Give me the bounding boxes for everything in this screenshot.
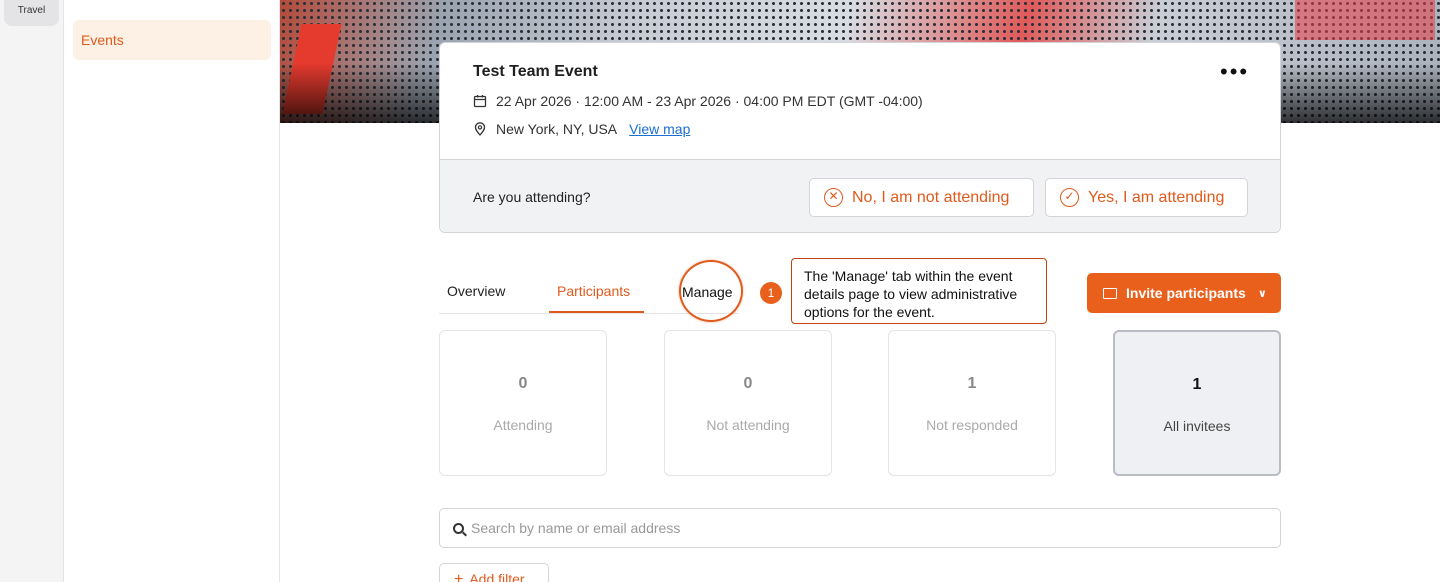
stat-value: 1 xyxy=(967,375,977,392)
event-header-card: Test Team Event ••• 22 Apr 2026 · 12:00 … xyxy=(439,42,1281,233)
stat-label: Not responded xyxy=(926,417,1018,433)
x-circle-icon: ✕ xyxy=(824,188,843,207)
not-attending-button[interactable]: ✕ No, I am not attending xyxy=(809,178,1034,217)
invite-participants-label: Invite participants xyxy=(1126,285,1246,301)
app-rail: Travel xyxy=(0,0,64,582)
rail-item-travel[interactable]: Travel xyxy=(4,0,59,26)
not-attending-label: No, I am not attending xyxy=(852,188,1010,206)
tab-overview[interactable]: Overview xyxy=(447,283,505,299)
search-icon xyxy=(453,522,464,534)
mail-icon xyxy=(1103,287,1117,299)
stat-label: Attending xyxy=(493,417,553,433)
highlight-ring xyxy=(679,260,743,322)
calendar-icon xyxy=(473,95,487,108)
event-date-range: 22 Apr 2026 · 12:00 AM - 23 Apr 2026 · 0… xyxy=(496,93,923,109)
stat-label: All invitees xyxy=(1163,418,1231,434)
step-number-badge: 1 xyxy=(760,282,782,304)
event-date-row: 22 Apr 2026 · 12:00 AM - 23 Apr 2026 · 0… xyxy=(473,93,923,109)
location-pin-icon xyxy=(474,122,486,136)
add-filter-button[interactable]: + Add filter xyxy=(439,563,549,582)
sidebar: Events xyxy=(64,0,280,582)
search-input[interactable] xyxy=(471,520,1251,536)
chevron-down-icon: ∨ xyxy=(1257,287,1267,300)
event-location-row: New York, NY, USA View map xyxy=(473,121,690,137)
annotation-callout: The 'Manage' tab within the event detail… xyxy=(791,258,1047,324)
stat-card-not-attending[interactable]: 0 Not attending xyxy=(664,330,832,476)
participant-search xyxy=(439,508,1281,548)
check-circle-icon: ✓ xyxy=(1060,188,1079,207)
event-location: New York, NY, USA xyxy=(496,121,618,137)
tab-participants[interactable]: Participants xyxy=(557,283,630,299)
stat-value: 0 xyxy=(518,375,528,392)
view-map-link[interactable]: View map xyxy=(629,121,690,137)
plus-icon: + xyxy=(454,571,464,582)
stat-card-attending[interactable]: 0 Attending xyxy=(439,330,607,476)
attending-button[interactable]: ✓ Yes, I am attending xyxy=(1045,178,1248,217)
rail-item-label: Travel xyxy=(17,5,46,16)
stat-value: 1 xyxy=(1192,376,1202,393)
attending-label: Yes, I am attending xyxy=(1088,188,1225,206)
stat-value: 0 xyxy=(743,375,753,392)
more-options-icon[interactable]: ••• xyxy=(1220,61,1249,83)
invite-participants-button[interactable]: Invite participants ∨ xyxy=(1087,273,1281,313)
stat-label: Not attending xyxy=(706,417,790,433)
attendance-question: Are you attending? xyxy=(473,189,591,205)
stat-card-not-responded[interactable]: 1 Not responded xyxy=(888,330,1056,476)
add-filter-label: Add filter xyxy=(469,571,525,582)
stat-card-all-invitees[interactable]: 1 All invitees xyxy=(1113,330,1281,476)
sidebar-item-events[interactable]: Events xyxy=(73,20,271,60)
event-title: Test Team Event xyxy=(473,63,598,80)
attendance-bar: Are you attending? ✕ No, I am not attend… xyxy=(440,159,1280,232)
active-tab-indicator xyxy=(549,311,644,313)
